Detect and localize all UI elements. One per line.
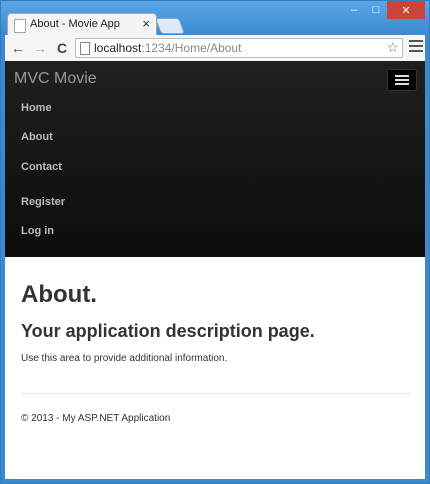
nav-link-home[interactable]: Home — [21, 102, 52, 114]
page-title: About. — [21, 281, 97, 308]
content-divider — [21, 393, 411, 394]
footer-text: © 2013 - My ASP.NET Application — [21, 413, 171, 424]
bookmark-star-icon[interactable]: ☆ — [386, 39, 399, 56]
browser-tab[interactable]: About - Movie App × — [7, 13, 157, 36]
nav-link-about[interactable]: About — [21, 131, 53, 143]
minimize-button[interactable]: – — [343, 1, 365, 19]
browser-window: About - Movie App × – □ ✕ ← → C localhos… — [0, 0, 430, 484]
forward-arrow-icon[interactable]: → — [31, 39, 49, 57]
site-brand[interactable]: MVC Movie — [14, 70, 97, 88]
title-bar: About - Movie App × – □ ✕ — [1, 1, 429, 36]
window-controls: – □ ✕ — [343, 1, 425, 19]
page-description: Use this area to provide additional info… — [21, 353, 228, 364]
page-viewport: MVC Movie Home About Contact Register Lo… — [5, 61, 425, 479]
nav-link-login[interactable]: Log in — [21, 225, 54, 237]
nav-link-contact[interactable]: Contact — [21, 161, 62, 173]
address-bar[interactable]: localhost:1234/Home/About ☆ — [75, 38, 403, 58]
page-subtitle: Your application description page. — [21, 321, 315, 341]
navbar-toggle-icon[interactable] — [387, 69, 417, 91]
nav-link-register[interactable]: Register — [21, 196, 65, 208]
page-icon — [80, 42, 90, 55]
tab-close-icon[interactable]: × — [142, 16, 150, 31]
close-window-button[interactable]: ✕ — [387, 1, 425, 19]
reload-icon[interactable]: C — [53, 39, 71, 57]
url-path: :1234/Home/About — [141, 41, 242, 55]
page-favicon-icon — [14, 19, 26, 33]
maximize-button[interactable]: □ — [365, 1, 387, 19]
address-url: localhost:1234/Home/About — [94, 41, 241, 55]
browser-menu-icon[interactable] — [409, 40, 423, 55]
url-host: localhost — [94, 41, 142, 55]
new-tab-button[interactable] — [155, 18, 185, 34]
browser-toolbar: ← → C localhost:1234/Home/About ☆ — [5, 35, 425, 62]
tab-title: About - Movie App — [30, 18, 120, 30]
back-arrow-icon[interactable]: ← — [9, 39, 27, 57]
site-navbar: MVC Movie Home About Contact Register Lo… — [5, 61, 425, 257]
